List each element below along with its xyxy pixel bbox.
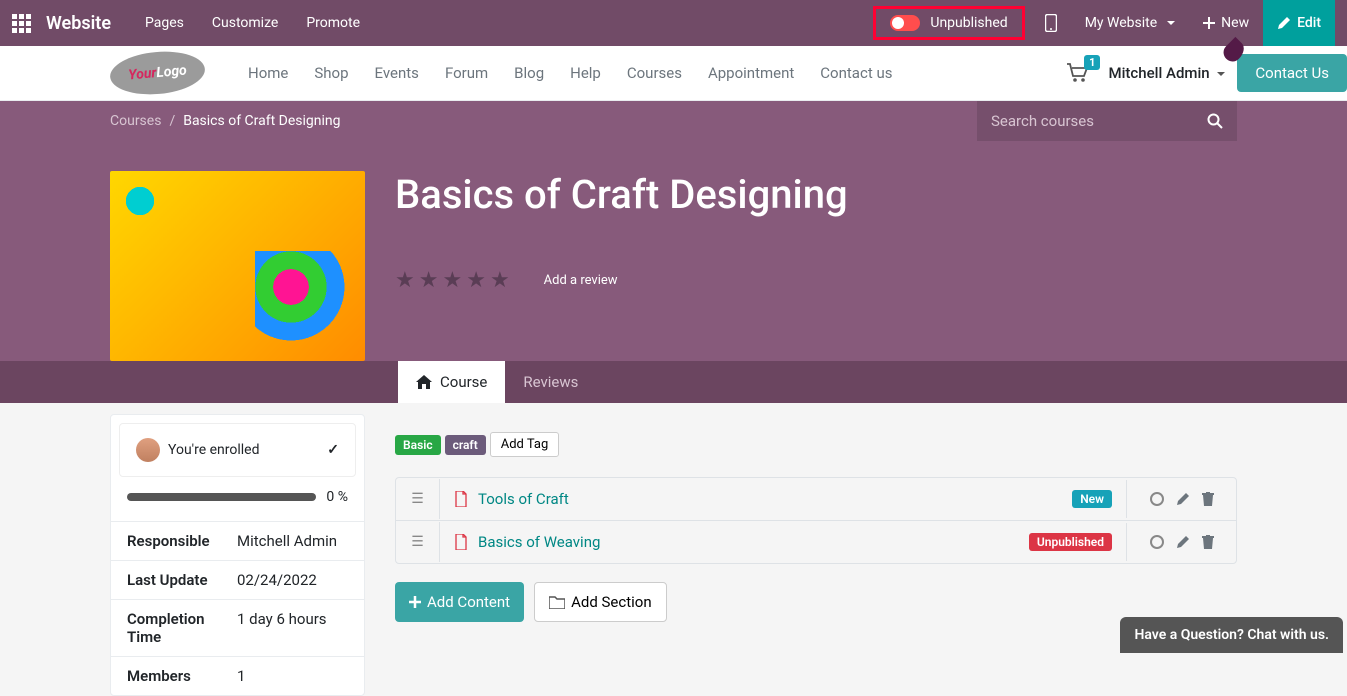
circle-icon[interactable] — [1150, 492, 1164, 506]
edit-item-icon[interactable] — [1176, 492, 1190, 506]
circle-icon[interactable] — [1150, 535, 1164, 549]
site-nav-bar: YourLogo Home Shop Events Forum Blog Hel… — [0, 46, 1347, 101]
drag-handle-icon[interactable]: ☰ — [396, 479, 440, 519]
course-tabs: Course Reviews — [0, 361, 1347, 403]
course-hero: Basics of Craft Designing ★ ★ ★ ★ ★ Add … — [0, 141, 1347, 361]
add-tag-button[interactable]: Add Tag — [490, 432, 560, 457]
user-menu[interactable]: Mitchell Admin — [1108, 64, 1225, 82]
rating-stars[interactable]: ★ ★ ★ ★ ★ Add a review — [395, 268, 1237, 293]
tag-basic[interactable]: Basic — [395, 435, 441, 455]
content-item-link[interactable]: Tools of Craft — [478, 490, 569, 508]
chevron-down-icon — [1217, 72, 1225, 80]
breadcrumb-root[interactable]: Courses — [110, 113, 161, 129]
site-logo[interactable]: YourLogo — [108, 48, 206, 98]
nav-events[interactable]: Events — [362, 64, 432, 82]
course-cover-image — [110, 171, 365, 361]
progress-row: 0 % — [111, 485, 364, 521]
pencil-icon — [1277, 16, 1291, 30]
mobile-icon — [1045, 14, 1057, 32]
star-icon: ★ — [419, 268, 439, 293]
breadcrumb-current: Basics of Craft Designing — [183, 113, 340, 129]
progress-bar — [127, 493, 316, 501]
check-icon: ✓ — [327, 442, 339, 458]
mobile-preview-button[interactable] — [1031, 0, 1071, 46]
status-badge-unpublished: Unpublished — [1029, 533, 1112, 551]
meta-members: Members1 — [111, 656, 364, 695]
star-icon: ★ — [442, 268, 462, 293]
nav-shop[interactable]: Shop — [301, 64, 361, 82]
course-sidebar: You're enrolled ✓ 0 % ResponsibleMitchel… — [110, 414, 365, 696]
publish-switch-icon[interactable] — [890, 15, 920, 31]
top-menu-bar: Website Pages Customize Promote Unpublis… — [0, 0, 1347, 46]
folder-icon — [549, 595, 565, 609]
progress-pct: 0 % — [326, 489, 348, 505]
content-list: ☰ Tools of Craft New ☰ Basics of Weaving — [395, 477, 1237, 564]
tag-craft[interactable]: craft — [445, 435, 486, 455]
topnav-customize[interactable]: Customize — [198, 15, 292, 31]
drag-handle-icon[interactable]: ☰ — [396, 522, 440, 562]
enrolled-text: You're enrolled — [168, 442, 260, 458]
nav-courses[interactable]: Courses — [614, 64, 695, 82]
avatar — [136, 438, 160, 462]
chat-widget[interactable]: Have a Question? Chat with us. — [1120, 617, 1343, 653]
edit-button[interactable]: Edit — [1263, 0, 1335, 46]
nav-home[interactable]: Home — [235, 64, 301, 82]
home-icon — [416, 375, 432, 389]
meta-completion: Completion Time1 day 6 hours — [111, 599, 364, 656]
add-review-link[interactable]: Add a review — [544, 273, 618, 288]
app-brand[interactable]: Website — [46, 13, 111, 34]
cart-count-badge: 1 — [1084, 55, 1100, 70]
table-row: ☰ Tools of Craft New — [396, 478, 1236, 521]
enrolled-banner: You're enrolled ✓ — [119, 423, 356, 477]
content-item-link[interactable]: Basics of Weaving — [478, 533, 600, 551]
meta-last-update: Last Update02/24/2022 — [111, 560, 364, 599]
topnav-pages[interactable]: Pages — [131, 15, 198, 31]
pdf-icon — [454, 491, 468, 507]
table-row: ☰ Basics of Weaving Unpublished — [396, 521, 1236, 563]
search-icon[interactable] — [1207, 113, 1223, 129]
cart-button[interactable]: 1 — [1066, 63, 1088, 83]
star-icon: ★ — [490, 268, 510, 293]
meta-responsible: ResponsibleMitchell Admin — [111, 521, 364, 560]
delete-item-icon[interactable] — [1202, 535, 1214, 549]
search-input[interactable] — [991, 112, 1207, 130]
nav-forum[interactable]: Forum — [432, 64, 501, 82]
nav-appointment[interactable]: Appointment — [695, 64, 807, 82]
course-content: Basic craft Add Tag ☰ Tools of Craft New — [395, 402, 1237, 696]
publish-toggle-highlighted[interactable]: Unpublished — [873, 6, 1024, 40]
delete-item-icon[interactable] — [1202, 492, 1214, 506]
plus-icon — [409, 596, 421, 608]
topnav-promote[interactable]: Promote — [292, 15, 374, 31]
tab-course[interactable]: Course — [398, 361, 505, 403]
page-title: Basics of Craft Designing — [395, 171, 1237, 218]
breadcrumb: Courses / Basics of Craft Designing — [0, 101, 1347, 141]
add-content-button[interactable]: Add Content — [395, 582, 524, 622]
new-button[interactable]: New — [1189, 0, 1263, 46]
star-icon: ★ — [466, 268, 486, 293]
course-tags: Basic craft Add Tag — [395, 432, 1237, 457]
add-section-button[interactable]: Add Section — [534, 582, 667, 622]
course-search — [977, 101, 1237, 141]
tab-reviews[interactable]: Reviews — [505, 361, 596, 403]
nav-contact[interactable]: Contact us — [807, 64, 905, 82]
publish-label: Unpublished — [930, 15, 1007, 31]
status-badge-new: New — [1072, 490, 1112, 508]
pdf-icon — [454, 534, 468, 550]
apps-icon[interactable] — [12, 14, 31, 33]
my-website-dropdown[interactable]: My Website — [1071, 0, 1189, 46]
nav-help[interactable]: Help — [557, 64, 614, 82]
star-icon: ★ — [395, 268, 415, 293]
edit-item-icon[interactable] — [1176, 535, 1190, 549]
nav-blog[interactable]: Blog — [501, 64, 557, 82]
contact-us-button[interactable]: Contact Us — [1237, 54, 1347, 92]
plus-icon — [1203, 17, 1215, 29]
